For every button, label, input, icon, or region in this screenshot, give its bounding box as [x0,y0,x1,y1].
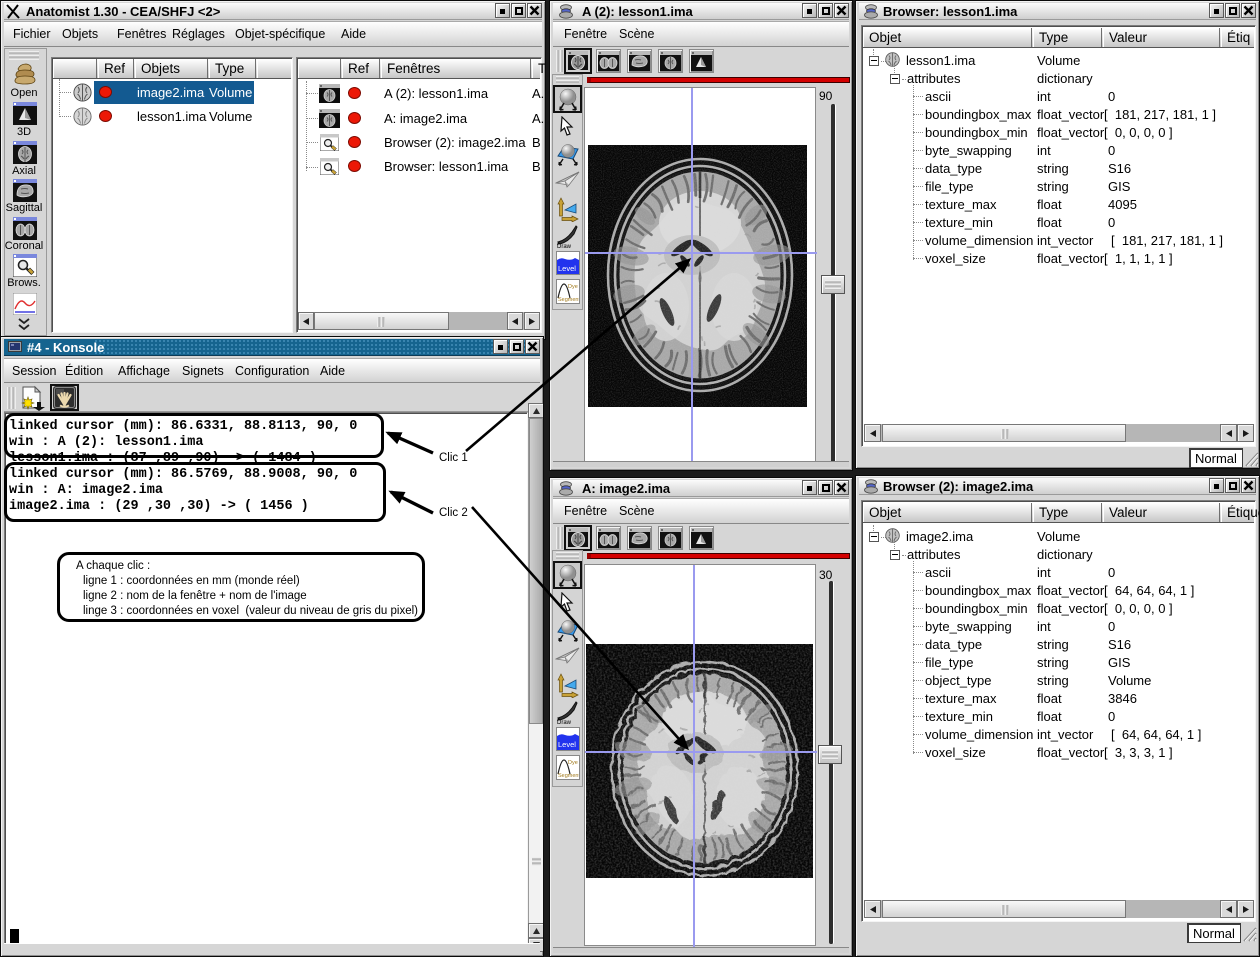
svg-text:Segment: Segment [558,773,579,779]
svg-text:Dye: Dye [568,760,578,766]
svg-text:Dye: Dye [568,284,578,290]
svg-text:Segment: Segment [558,297,579,303]
svg-text:Level: Level [558,740,576,749]
svg-text:Level: Level [558,264,576,273]
svg-text:Draw: Draw [557,244,572,248]
svg-text:Draw: Draw [557,720,572,724]
